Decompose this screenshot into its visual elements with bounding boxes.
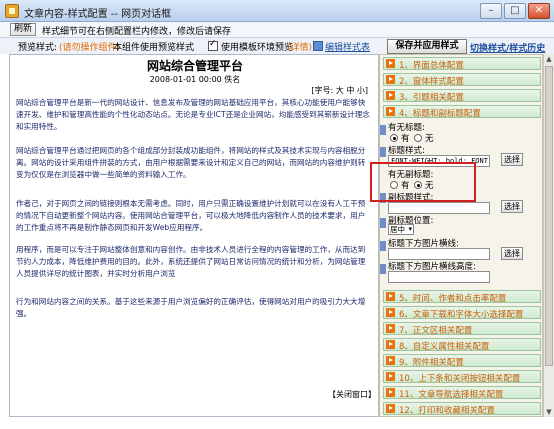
arrow-right-icon (386, 340, 395, 349)
config-section[interactable]: 9、附件相关配置 (383, 354, 541, 368)
save-apply-button[interactable]: 保存并应用样式 (387, 39, 467, 54)
config-section[interactable]: 8、自定义属性相关配置 (383, 338, 541, 352)
subtitle-position-select[interactable]: 居中 (388, 224, 414, 235)
article-preview: 网站综合管理平台 2008-01-01 00:00 佚名 [字号: 大 中 小]… (9, 54, 379, 417)
arrow-right-icon (386, 59, 395, 68)
section-label: 12、打印和收藏相关配置 (399, 406, 495, 416)
notice-text: 样式细节可在右侧配置栏内修改，修改后请保存 (42, 27, 232, 37)
edit-stylesheet-link[interactable]: 编辑样式表 (325, 40, 370, 53)
arrow-right-icon (386, 292, 395, 301)
details-link[interactable]: (详情) (287, 40, 312, 53)
window-title: 文章内容-样式配置 -- 网页对话框 (24, 9, 172, 20)
arrow-right-icon (386, 107, 395, 116)
config-section[interactable]: 6、文章下载和字体大小选择配置 (383, 306, 541, 320)
section-label: 10、上下条和关闭按钮相关配置 (399, 374, 521, 384)
article-paragraph: 网站综合管理平台是新一代的网站设计、信息发布及管理的网站基础应用平台，其核心功能… (16, 98, 370, 131)
arrow-right-icon (386, 404, 395, 413)
article-title: 网站综合管理平台 (146, 59, 243, 73)
section-label: 5、时间、作者和点击率配置 (399, 294, 507, 304)
switch-style-link[interactable]: 切换样式/样式历史 (470, 41, 545, 54)
scroll-down-icon[interactable]: ▼ (544, 407, 554, 417)
section-label: 4、标题和副标题配置 (399, 109, 481, 119)
subtitle-style-input[interactable] (388, 202, 490, 214)
preview-style-label: 预览样式: (18, 43, 58, 53)
section-marker-icon (380, 218, 386, 228)
maximize-icon[interactable]: □ (504, 3, 526, 19)
title-image-bar-pick-button[interactable]: 选择 (501, 247, 523, 260)
section-label: 2、窗体样式配置 (399, 77, 464, 87)
template-preview-label: 使用模板环境预览 (221, 43, 294, 53)
close-window-link[interactable]: 【关闭窗口】 (328, 389, 376, 400)
config-section[interactable]: 11、文章导航选择相关配置 (383, 386, 541, 400)
minimize-icon[interactable]: – (480, 3, 502, 19)
arrow-right-icon (386, 75, 395, 84)
section-label: 9、附件相关配置 (399, 358, 464, 368)
scroll-thumb[interactable] (545, 66, 553, 366)
config-section[interactable]: 2、窗体样式配置 (383, 73, 541, 87)
section-marker-icon (380, 241, 386, 251)
article-paragraph: 行为和网站内容之间的关系。基于这些来源于用户浏览偏好的正确评估，使得网站对用户的… (16, 297, 366, 318)
template-preview-checkbox[interactable] (208, 39, 218, 51)
article-paragraph: 用程序，而是可以专注于网站整体创意和内容创作。由非技术人员进行全程的内容管理的工… (16, 245, 366, 278)
arrow-right-icon (386, 324, 395, 333)
preview-style-desc: 本组件使用预览样式 (113, 43, 195, 53)
app-icon (5, 4, 19, 18)
section-marker-icon (380, 125, 386, 135)
arrow-right-icon (386, 308, 395, 317)
title-style-pick-button[interactable]: 选择 (501, 153, 523, 166)
title-image-bar-input[interactable] (388, 248, 490, 260)
scroll-up-icon[interactable]: ▲ (544, 54, 554, 64)
title-yes-radio[interactable] (390, 134, 398, 142)
config-section[interactable]: 5、时间、作者和点击率配置 (383, 290, 541, 304)
section-label: 7、正文区相关配置 (399, 326, 473, 336)
config-panel: 1、界面总体配置 2、窗体样式配置 3、引题相关配置 4、标题和副标题配置 有 无… (379, 54, 543, 417)
arrow-right-icon (386, 388, 395, 397)
arrow-right-icon (386, 356, 395, 365)
article-paragraph: 网站综合管理平台通过把网页的各个组成部分封装成功能组件，将网站的样式及其技术实现… (16, 146, 366, 179)
title-no-label: 无 (425, 134, 434, 144)
section-label: 11、文章导航选择相关配置 (399, 390, 504, 400)
close-icon[interactable]: ✕ (528, 3, 550, 19)
article-paragraph: 作者己，对于网页之间的链接则根本无需考虑。同时，用户只需正确设置维护计划就可以在… (16, 199, 366, 232)
window-titlebar: 文章内容-样式配置 -- 网页对话框 – □ ✕ (0, 0, 554, 22)
window-controls: – □ ✕ (480, 3, 550, 19)
title-no-radio[interactable] (414, 134, 422, 142)
config-section[interactable]: 3、引题相关配置 (383, 89, 541, 103)
config-section-expanded[interactable]: 4、标题和副标题配置 (383, 105, 541, 119)
panel-scrollbar[interactable]: ▲ ▼ (543, 54, 554, 417)
title-yes-label: 有 (401, 134, 410, 144)
section-label: 6、文章下载和字体大小选择配置 (399, 310, 524, 320)
edit-style-icon (313, 41, 323, 51)
notice-bar: 刷新 样式细节可在右侧配置栏内修改，修改后请保存 (0, 22, 554, 38)
config-section[interactable]: 1、界面总体配置 (383, 57, 541, 71)
config-section[interactable]: 12、打印和收藏相关配置 (383, 402, 541, 416)
section-marker-icon (380, 147, 386, 157)
font-size-selector[interactable]: [字号: 大 中 小] (311, 85, 368, 96)
section-label: 8、自定义属性相关配置 (399, 342, 490, 352)
config-section[interactable]: 7、正文区相关配置 (383, 322, 541, 336)
arrow-right-icon (386, 372, 395, 381)
subtitle-style-pick-button[interactable]: 选择 (501, 200, 523, 213)
refresh-button[interactable]: 刷新 (10, 23, 37, 36)
arrow-right-icon (386, 91, 395, 100)
highlight-box (370, 162, 476, 202)
section-marker-icon (380, 264, 386, 274)
config-section[interactable]: 10、上下条和关闭按钮相关配置 (383, 370, 541, 384)
section-label: 3、引题相关配置 (399, 93, 464, 103)
preview-style-name: (请勿操作组件) (59, 43, 121, 53)
article-meta: 2008-01-01 00:00 佚名 (149, 75, 241, 84)
section-label: 1、界面总体配置 (399, 61, 464, 71)
title-image-bar-height-input[interactable] (388, 271, 490, 283)
